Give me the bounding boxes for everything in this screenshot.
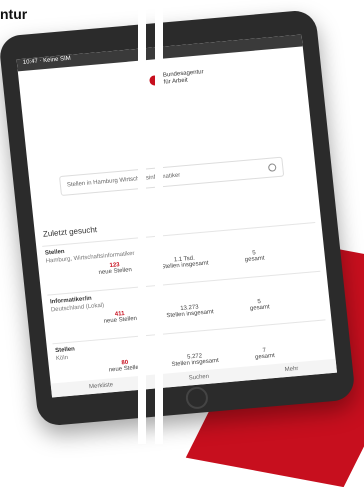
nav-item-mehr[interactable]: Mehr [285,366,299,373]
tablet-device: 10:47 · Keine SIM Bundesagentur für Arbe… [0,9,356,427]
card-col3: 5 gesamt [224,248,285,265]
scene: ntur 10:47 · Keine SIM Bundesagentur für… [0,0,364,487]
card-col1: 123 neue Stellen [84,260,145,277]
card-col1: 80 neue Stellen [95,357,156,374]
section-title: Zuletzt gesucht [42,225,98,239]
search-placeholder: Stellen in Hamburg Wirtschaftsinformatik… [66,172,181,189]
card-col2: 5.272 Stellen insgesamt [164,351,225,368]
card-col3: 5 gesamt [229,297,290,314]
tablet-screen: 10:47 · Keine SIM Bundesagentur für Arbe… [16,34,338,398]
card-title: Stellen [54,346,76,355]
search-input[interactable]: Stellen in Hamburg Wirtschaftsinformatik… [58,156,285,197]
brand-text: ntur [0,6,28,22]
search-icon [267,163,277,172]
card-col3: 7 gesamt [234,345,295,362]
card-col2: 1.1 Tsd. Stellen insgesamt [154,254,215,271]
image-divider [138,0,146,444]
card-title: Stellen [44,248,65,257]
image-divider [155,0,163,444]
nav-item-merkliste[interactable]: Merkliste [89,382,114,390]
card-subtitle: Köln [55,355,69,363]
status-left: 10:47 · Keine SIM [22,55,72,66]
home-button[interactable] [184,386,210,410]
logo-text: Bundesagentur für Arbeit [163,69,205,86]
card-col2: 13.273 Stellen insgesamt [159,303,220,320]
nav-item-suchen[interactable]: Suchen [189,374,210,382]
